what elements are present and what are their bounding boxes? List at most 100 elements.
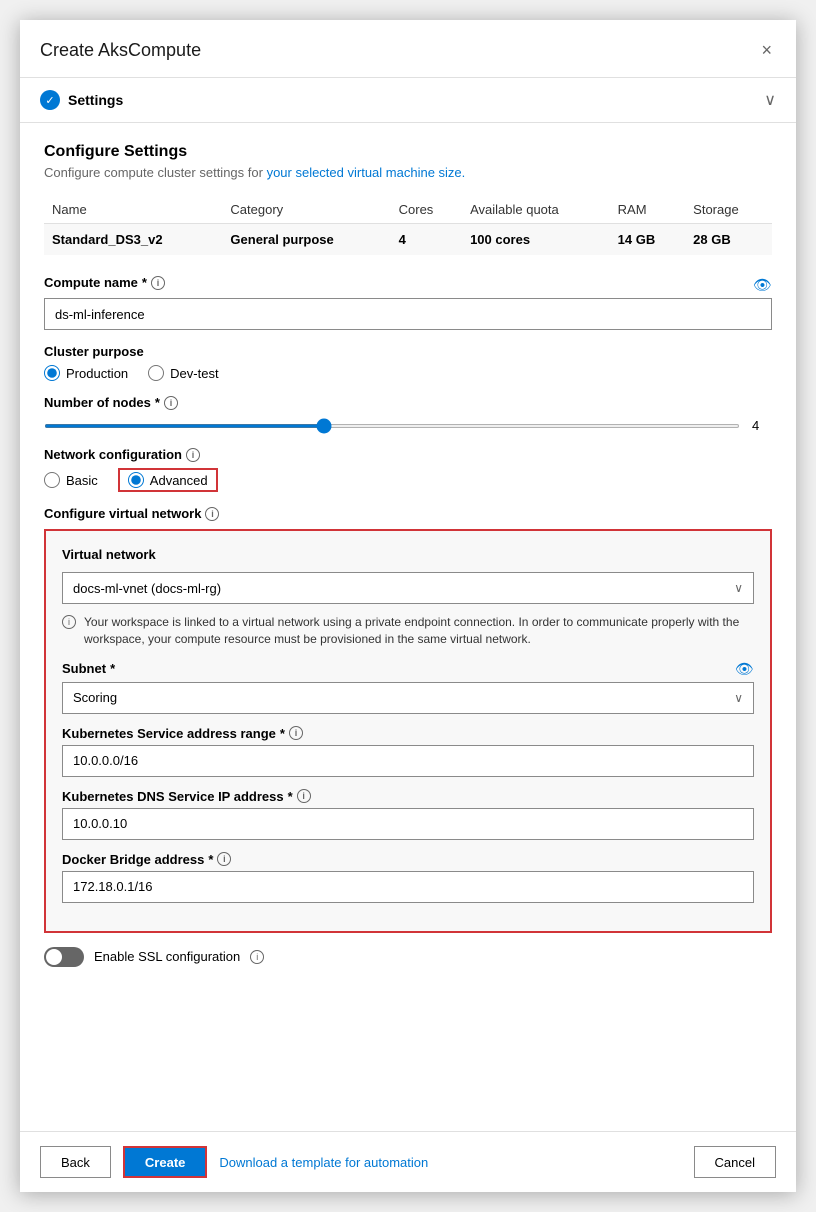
k8s-service-label-text: Kubernetes Service address range: [62, 726, 276, 741]
dialog-header: Create AksCompute ×: [20, 20, 796, 78]
virtual-network-box: Virtual network docs-ml-vnet (docs-ml-rg…: [44, 529, 772, 933]
k8s-service-group: Kubernetes Service address range * i: [62, 726, 754, 777]
col-cores: Cores: [391, 196, 462, 224]
network-config-info-icon[interactable]: i: [186, 448, 200, 462]
k8s-dns-input[interactable]: [62, 808, 754, 840]
radio-advanced-input[interactable]: [128, 472, 144, 488]
section-title: Configure Settings: [44, 143, 772, 161]
docker-bridge-input[interactable]: [62, 871, 754, 903]
vnet-config-label: Configure virtual network i: [44, 506, 772, 521]
compute-name-input[interactable]: [44, 298, 772, 330]
vnet-dropdown-value: docs-ml-vnet (docs-ml-rg): [73, 581, 221, 596]
nodes-label: Number of nodes * i: [44, 395, 772, 410]
dialog-footer: Back Create Download a template for auto…: [20, 1131, 796, 1192]
row-name: Standard_DS3_v2: [44, 224, 222, 256]
docker-bridge-label-text: Docker Bridge address: [62, 852, 204, 867]
create-button[interactable]: Create: [123, 1146, 207, 1178]
network-config-label: Network configuration i: [44, 447, 772, 462]
settings-chevron-icon[interactable]: ∨: [764, 90, 776, 110]
docker-bridge-group: Docker Bridge address * i: [62, 852, 754, 903]
vnet-info-box: i Your workspace is linked to a virtual …: [62, 614, 754, 648]
radio-advanced[interactable]: Advanced: [118, 468, 218, 492]
subnet-label-row: Subnet * 👁: [62, 660, 754, 678]
k8s-dns-label-text: Kubernetes DNS Service IP address: [62, 789, 284, 804]
radio-production[interactable]: Production: [44, 365, 128, 381]
cluster-purpose-group: Cluster purpose Production Dev-test: [44, 344, 772, 381]
compute-name-required: *: [142, 275, 147, 290]
cancel-button[interactable]: Cancel: [694, 1146, 776, 1178]
subnet-dropdown[interactable]: Scoring ∨: [62, 682, 754, 714]
radio-devtest[interactable]: Dev-test: [148, 365, 218, 381]
nodes-required: *: [155, 395, 160, 410]
cluster-purpose-label: Cluster purpose: [44, 344, 772, 359]
col-category: Category: [222, 196, 390, 224]
subnet-dropdown-value: Scoring: [73, 690, 117, 705]
col-name: Name: [44, 196, 222, 224]
cluster-purpose-radio-group: Production Dev-test: [44, 365, 772, 381]
vnet-info-text: Your workspace is linked to a virtual ne…: [84, 614, 754, 648]
subnet-required: *: [110, 661, 115, 676]
col-quota: Available quota: [462, 196, 610, 224]
vnet-dropdown-chevron-icon: ∨: [734, 581, 743, 595]
radio-production-label: Production: [66, 366, 128, 381]
radio-basic-label: Basic: [66, 473, 98, 488]
network-config-group: Network configuration i Basic Advanced: [44, 447, 772, 492]
radio-basic-input[interactable]: [44, 472, 60, 488]
k8s-dns-label: Kubernetes DNS Service IP address * i: [62, 789, 754, 804]
dialog-title: Create AksCompute: [40, 40, 201, 61]
docker-bridge-required: *: [208, 852, 213, 867]
k8s-service-input[interactable]: [62, 745, 754, 777]
subtitle-text: Configure compute cluster settings for: [44, 165, 263, 180]
subnet-chevron-icon: ∨: [734, 691, 743, 705]
nodes-slider[interactable]: [44, 424, 740, 428]
main-content: Configure Settings Configure compute clu…: [20, 123, 796, 1131]
radio-production-input[interactable]: [44, 365, 60, 381]
subnet-label: Subnet *: [62, 661, 115, 676]
vnet-box-title: Virtual network: [62, 547, 754, 562]
nodes-value: 4: [752, 418, 772, 433]
k8s-dns-info-icon[interactable]: i: [297, 789, 311, 803]
settings-header[interactable]: ✓ Settings ∨: [20, 78, 796, 123]
ssl-info-icon[interactable]: i: [250, 950, 264, 964]
compute-name-info-icon[interactable]: i: [151, 276, 165, 290]
ssl-label: Enable SSL configuration: [94, 949, 240, 964]
vm-table: Name Category Cores Available quota RAM …: [44, 196, 772, 255]
compute-name-label: Compute name * i: [44, 275, 165, 290]
nodes-label-text: Number of nodes: [44, 395, 151, 410]
nodes-info-icon[interactable]: i: [164, 396, 178, 410]
subnet-label-text: Subnet: [62, 661, 106, 676]
compute-name-group: Compute name * i 👁: [44, 275, 772, 330]
settings-header-left: ✓ Settings: [40, 90, 123, 110]
automation-link[interactable]: Download a template for automation: [219, 1155, 428, 1170]
compute-name-label-row: Compute name * i 👁: [44, 275, 772, 294]
section-subtitle: Configure compute cluster settings for y…: [44, 165, 772, 180]
vnet-dropdown[interactable]: docs-ml-vnet (docs-ml-rg) ∨: [62, 572, 754, 604]
radio-advanced-label: Advanced: [150, 473, 208, 488]
subnet-eye-icon[interactable]: 👁: [735, 660, 754, 678]
radio-devtest-input[interactable]: [148, 365, 164, 381]
close-button[interactable]: ×: [757, 36, 776, 65]
nodes-slider-container: 4: [44, 418, 772, 433]
subtitle-link[interactable]: your selected virtual machine size.: [267, 165, 466, 180]
radio-basic[interactable]: Basic: [44, 472, 98, 488]
ssl-toggle[interactable]: [44, 947, 84, 967]
compute-name-eye-icon[interactable]: 👁: [753, 276, 772, 294]
settings-label: Settings: [68, 92, 123, 108]
row-category: General purpose: [222, 224, 390, 256]
k8s-service-info-icon[interactable]: i: [289, 726, 303, 740]
col-ram: RAM: [610, 196, 686, 224]
docker-bridge-info-icon[interactable]: i: [217, 852, 231, 866]
vnet-info-icon: i: [62, 615, 76, 629]
k8s-dns-group: Kubernetes DNS Service IP address * i: [62, 789, 754, 840]
nodes-group: Number of nodes * i 4: [44, 395, 772, 433]
vnet-config-text: Configure virtual network: [44, 506, 201, 521]
back-button[interactable]: Back: [40, 1146, 111, 1178]
k8s-service-required: *: [280, 726, 285, 741]
toggle-knob: [46, 949, 62, 965]
vnet-config-info-icon[interactable]: i: [205, 507, 219, 521]
k8s-dns-required: *: [288, 789, 293, 804]
network-radio-group: Basic Advanced: [44, 468, 772, 492]
radio-devtest-label: Dev-test: [170, 366, 218, 381]
compute-name-text: Compute name: [44, 275, 138, 290]
row-cores: 4: [391, 224, 462, 256]
